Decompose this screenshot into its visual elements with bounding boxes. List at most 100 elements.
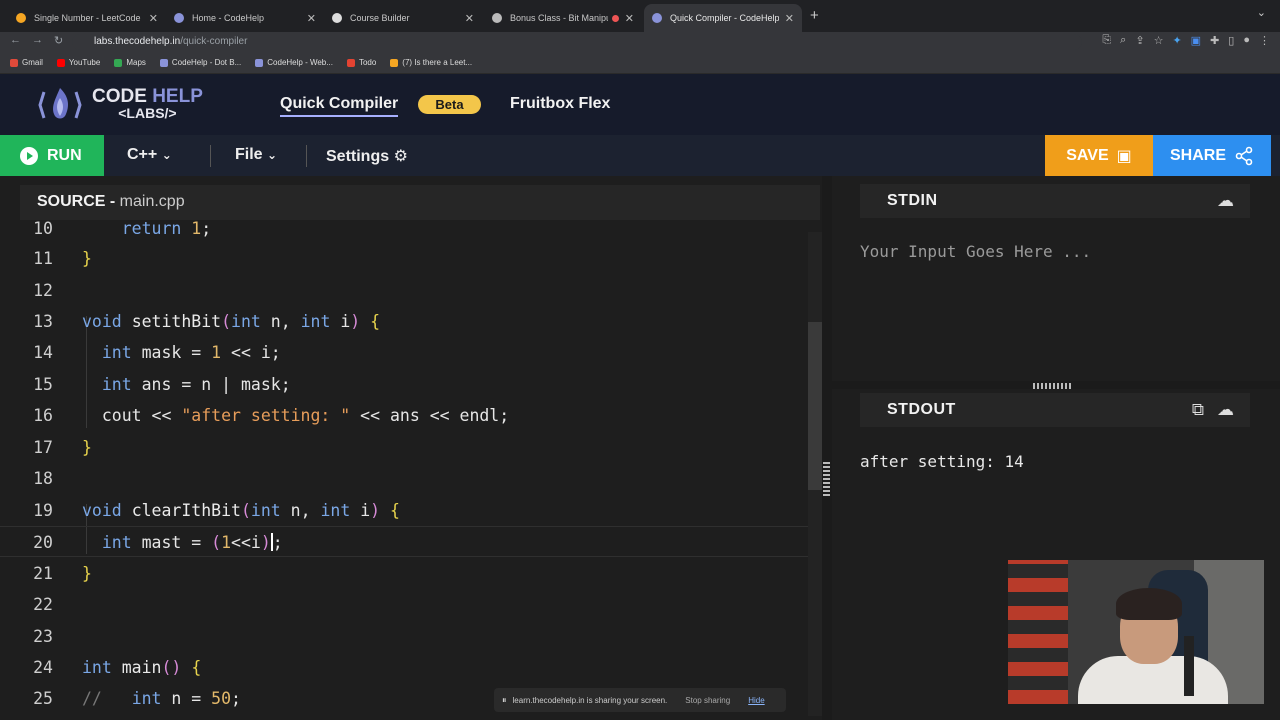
upload-cloud-icon[interactable]: ☁	[1217, 400, 1234, 420]
screen-share-notice: ⏸ learn.thecodehelp.in is sharing your s…	[494, 688, 786, 712]
vertical-splitter[interactable]	[822, 176, 832, 720]
bookmark-maps[interactable]: Maps	[114, 58, 146, 67]
forward-arrow-icon[interactable]: →	[32, 34, 43, 46]
tab-title: Home - CodeHelp	[192, 13, 265, 23]
plus-icon[interactable]: +	[810, 7, 819, 24]
drag-handle-icon[interactable]	[1033, 383, 1071, 389]
code-line: 23	[33, 627, 53, 646]
browser-tab-leetcode[interactable]: Single Number - LeetCode ✕	[8, 4, 166, 32]
text-caret	[270, 533, 273, 551]
run-button[interactable]: RUN	[0, 135, 104, 176]
stdin-header: STDIN ☁	[860, 184, 1250, 218]
language-select[interactable]: C++ ⌄	[127, 146, 172, 164]
leetcode-favicon-icon	[16, 13, 26, 23]
code-line: 13 void setithBit(int n, int i) {	[33, 312, 381, 331]
profile-avatar-icon[interactable]: ●	[1243, 34, 1250, 47]
bookmarks-bar: Gmail YouTube Maps CodeHelp - Dot B... C…	[0, 52, 1280, 74]
course-builder-favicon-icon	[332, 13, 342, 23]
bookmark-star-icon[interactable]: ☆	[1154, 34, 1164, 47]
pause-icon: ⏸	[502, 694, 507, 705]
code-line: 19 void clearIthBit(int n, int i) {	[33, 501, 400, 520]
codehelp-favicon-icon	[174, 13, 184, 23]
codehelp-favicon-icon	[652, 13, 662, 23]
chevron-down-icon: ⌄	[267, 148, 278, 162]
play-icon	[20, 146, 38, 165]
stdout-label: STDOUT	[887, 401, 956, 418]
close-tab-icon[interactable]: ✕	[149, 12, 158, 25]
zoom-icon[interactable]: ⌕	[1120, 34, 1126, 47]
code-line: 16 cout << "after setting: " << ans << e…	[33, 406, 510, 425]
code-line: 12	[33, 281, 53, 300]
close-tab-icon[interactable]: ✕	[307, 12, 316, 25]
stdin-label: STDIN	[887, 192, 938, 209]
back-arrow-icon[interactable]: ←	[10, 34, 21, 46]
stdout-output: after setting: 14	[860, 452, 1024, 471]
editor-scrollbar-thumb[interactable]	[808, 322, 822, 490]
upload-cloud-icon[interactable]: ☁	[1217, 191, 1234, 211]
hide-button[interactable]: Hide	[748, 696, 764, 705]
bookmark-youtube[interactable]: YouTube	[56, 58, 100, 67]
browser-tab-course-builder[interactable]: Course Builder ✕	[324, 4, 482, 32]
twitter-extension-icon[interactable]: ✦	[1172, 34, 1181, 47]
browser-tab-bonus-class[interactable]: Bonus Class - Bit Manipula ✕	[484, 4, 642, 32]
code-line: 11}	[33, 249, 92, 268]
sidebar-icon[interactable]: ▯	[1228, 34, 1234, 47]
file-menu[interactable]: File ⌄	[235, 146, 277, 164]
browser-tab-codehelp-home[interactable]: Home - CodeHelp ✕	[166, 4, 324, 32]
code-line: 14 int mask = 1 << i;	[33, 343, 281, 362]
nav-quick-compiler[interactable]: Quick Compiler	[280, 95, 399, 117]
chevron-down-icon[interactable]: ⌄	[1257, 6, 1266, 19]
tab-title: Quick Compiler - CodeHelp La	[670, 13, 779, 23]
floppy-disk-icon: ▣	[1116, 147, 1132, 165]
todo-icon	[346, 58, 355, 67]
code-line: 22	[33, 595, 53, 614]
code-line: 24 int main() {	[33, 658, 202, 677]
logo-wordmark: CODE HELP <LABS/>	[92, 86, 203, 121]
youtube-icon	[56, 58, 65, 67]
beta-badge: Beta	[418, 95, 481, 114]
save-button[interactable]: SAVE ▣	[1045, 135, 1153, 176]
copy-icon[interactable]: ⧉	[1192, 400, 1204, 420]
drag-handle-icon[interactable]	[823, 462, 830, 498]
close-tab-icon[interactable]: ✕	[465, 12, 474, 25]
more-vertical-icon[interactable]: ⋮	[1259, 34, 1270, 47]
share-message: learn.thecodehelp.in is sharing your scr…	[512, 695, 668, 705]
settings-button[interactable]: Settings ⚙	[326, 146, 408, 166]
stop-sharing-button[interactable]: Stop sharing	[685, 696, 730, 705]
puzzle-icon[interactable]: ✚	[1210, 34, 1219, 47]
bookmark-codehelp-dot[interactable]: CodeHelp - Dot B...	[159, 58, 241, 67]
browser-address-bar: ← → ↻ labs.thecodehelp.in/quick-compiler…	[0, 32, 1280, 52]
share-page-icon[interactable]: ⇪	[1135, 34, 1144, 47]
bookmark-gmail[interactable]: Gmail	[10, 58, 43, 67]
close-tab-icon[interactable]: ✕	[785, 12, 794, 25]
extension-icon[interactable]: ▣	[1191, 34, 1201, 47]
codehelp-logo-icon[interactable]	[38, 84, 82, 126]
browser-tab-quick-compiler[interactable]: Quick Compiler - CodeHelp La ✕	[644, 4, 802, 32]
url-host: labs.thecodehelp.in	[94, 36, 181, 47]
source-label: SOURCE - main.cpp	[37, 193, 185, 210]
gmail-icon	[10, 58, 18, 67]
toolbar-divider	[210, 145, 211, 167]
url-field[interactable]: labs.thecodehelp.in/quick-compiler	[72, 34, 1082, 50]
nav-fruitbox-flex[interactable]: Fruitbox Flex	[510, 95, 610, 113]
stdin-input[interactable]: Your Input Goes Here ...	[860, 242, 1091, 261]
tab-title: Course Builder	[350, 13, 410, 23]
share-button[interactable]: SHARE	[1153, 135, 1271, 176]
chevron-down-icon: ⌄	[161, 148, 172, 162]
stdout-header: STDOUT ⧉ ☁	[860, 393, 1250, 427]
webcam-overlay	[1008, 560, 1264, 704]
tab-title: Single Number - LeetCode	[34, 13, 141, 23]
code-area[interactable]: 10 return 1; 11} 12 13 void setithBit(int…	[0, 220, 822, 720]
code-line: 15 int ans = n | mask;	[33, 375, 291, 394]
close-tab-icon[interactable]: ✕	[625, 12, 634, 25]
maps-icon	[114, 58, 123, 67]
bookmark-leetcode[interactable]: (7) Is there a Leet...	[390, 58, 472, 67]
cast-icon[interactable]: ⎘	[1102, 34, 1111, 47]
code-line: 18	[33, 469, 53, 488]
recording-icon	[611, 14, 619, 22]
reload-icon[interactable]: ↻	[54, 34, 63, 47]
code-line: 17}	[33, 438, 92, 457]
bookmark-todo[interactable]: Todo	[346, 58, 376, 67]
code-line-current: 20 int mast = (1<<i);	[0, 526, 822, 557]
bookmark-codehelp-web[interactable]: CodeHelp - Web...	[255, 58, 333, 67]
